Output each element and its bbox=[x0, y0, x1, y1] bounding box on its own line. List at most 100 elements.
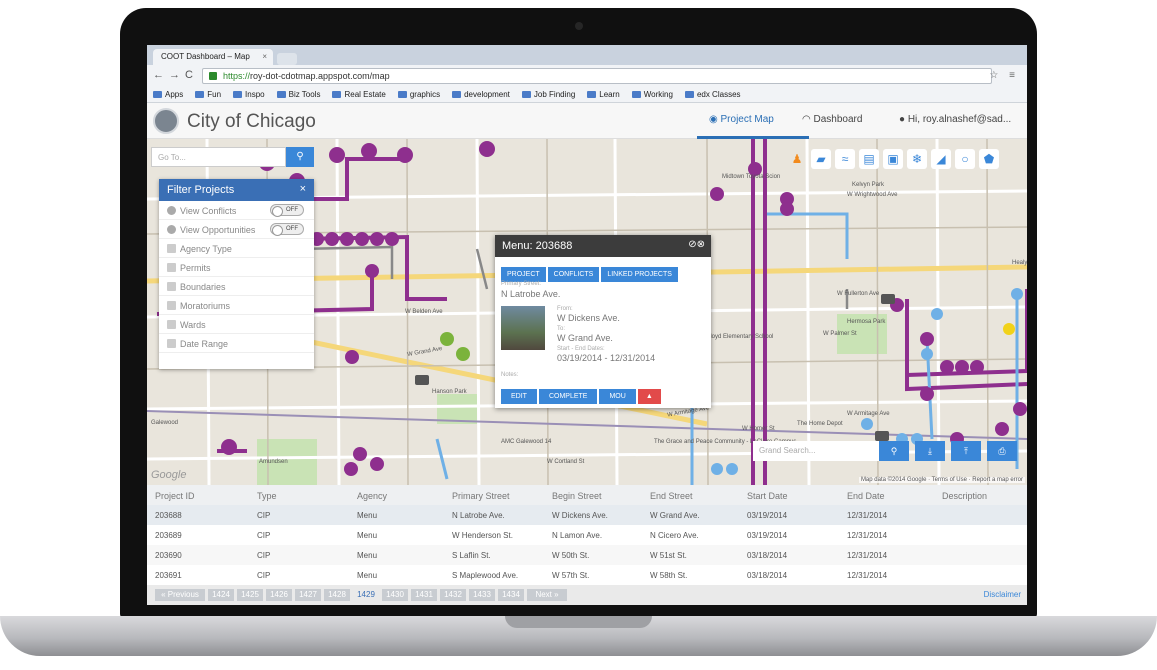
bookmark-5[interactable]: graphics bbox=[397, 90, 440, 99]
page-link[interactable]: 1430 bbox=[382, 589, 408, 601]
bookmark-3[interactable]: Biz Tools bbox=[276, 90, 320, 99]
filter-boundaries[interactable]: Boundaries bbox=[159, 277, 314, 296]
new-tab-button[interactable] bbox=[277, 53, 297, 65]
polygon-draw-icon[interactable]: ⬟ bbox=[979, 149, 999, 169]
print-button[interactable]: ⎙ bbox=[987, 441, 1017, 461]
forward-icon[interactable]: → bbox=[169, 69, 180, 81]
table-row[interactable]: 203690 CIP Menu S Laflin St. W 50th St. W 51s… bbox=[147, 545, 1027, 565]
column-header[interactable]: Project ID bbox=[155, 491, 195, 501]
car-icon[interactable]: ▰ bbox=[811, 149, 831, 169]
page-link[interactable]: 1429 bbox=[353, 589, 379, 601]
street-photo bbox=[501, 306, 545, 350]
bookmark-4[interactable]: Real Estate bbox=[332, 90, 386, 99]
column-header[interactable]: End Street bbox=[650, 491, 693, 501]
wards-icon bbox=[167, 320, 176, 329]
filter-item-label: Boundaries bbox=[180, 282, 226, 292]
filter-date-range[interactable]: Date Range bbox=[159, 334, 314, 353]
filter-view-opportunities[interactable]: View Opportunities OFF bbox=[159, 220, 314, 239]
page-link[interactable]: 1424 bbox=[208, 589, 234, 601]
browser-tabbar: COOT Dashboard – Map × bbox=[147, 45, 1027, 65]
mou-button[interactable]: MOU bbox=[599, 389, 636, 404]
browser-tab[interactable]: COOT Dashboard – Map × bbox=[153, 49, 273, 65]
map-canvas[interactable]: W Dickens Ave.W Fullerton AveW Fullerton… bbox=[147, 139, 1027, 485]
page-link[interactable]: 1432 bbox=[440, 589, 466, 601]
circle-draw-icon[interactable]: ○ bbox=[955, 149, 975, 169]
upload-button[interactable]: ⤒ bbox=[951, 441, 981, 461]
bookmark-8[interactable]: Learn bbox=[587, 90, 620, 99]
map-attribution[interactable]: Map data ©2014 Google · Terms of Use · R… bbox=[858, 477, 1025, 483]
conflicts-toggle[interactable]: OFF bbox=[270, 204, 304, 217]
column-header[interactable]: Agency bbox=[357, 491, 387, 501]
page-link[interactable]: 1427 bbox=[295, 589, 321, 601]
folder-icon bbox=[452, 91, 462, 98]
column-header[interactable]: Type bbox=[257, 491, 277, 501]
filter-header: Filter Projects × bbox=[159, 179, 314, 201]
table-row[interactable]: 203688 CIP Menu N Latrobe Ave. W Dickens Ave… bbox=[147, 505, 1027, 525]
bookmark-10[interactable]: edx Classes bbox=[684, 90, 741, 99]
page-link[interactable]: 1426 bbox=[266, 589, 292, 601]
filter-moratoriums[interactable]: Moratoriums bbox=[159, 296, 314, 315]
page-link[interactable]: « Previous bbox=[155, 589, 205, 601]
table-row[interactable]: 203689 CIP Menu W Henderson St. N Lamon Ave.… bbox=[147, 525, 1027, 545]
notes-label: Notes: bbox=[501, 372, 519, 378]
lock-icon bbox=[209, 72, 217, 80]
edit-button[interactable]: EDIT bbox=[501, 389, 537, 404]
column-header[interactable]: Start Date bbox=[747, 491, 788, 501]
menu-icon[interactable]: ☆ ≡ bbox=[989, 70, 1019, 81]
bookmark-0[interactable]: Apps bbox=[153, 90, 183, 99]
goto-search-button[interactable]: ⚲ bbox=[286, 147, 314, 167]
page-link[interactable]: Next » bbox=[527, 589, 567, 601]
filter-wards[interactable]: Wards bbox=[159, 315, 314, 334]
map-label: W Palmer St bbox=[823, 331, 857, 337]
bottom-search-input[interactable]: Grand Search... bbox=[753, 441, 879, 461]
bottom-search-button[interactable]: ⚲ bbox=[879, 441, 909, 461]
page-link[interactable]: 1434 bbox=[498, 589, 524, 601]
snowflake-icon[interactable]: ❄ bbox=[907, 149, 927, 169]
water-icon[interactable]: ≈ bbox=[835, 149, 855, 169]
page-link[interactable]: 1428 bbox=[324, 589, 350, 601]
tab-linked-projects[interactable]: LINKED PROJECTS bbox=[601, 267, 678, 282]
ruler-icon[interactable]: ◢ bbox=[931, 149, 951, 169]
filter-permits[interactable]: Permits bbox=[159, 258, 314, 277]
nav-dashboard[interactable]: ◠ Dashboard bbox=[802, 114, 862, 125]
opportunities-toggle[interactable]: OFF bbox=[270, 223, 304, 236]
popup-controls-icon[interactable]: ⊘⊗ bbox=[688, 239, 705, 250]
table-row[interactable]: 203691 CIP Menu S Maplewood Ave. W 57th St. W… bbox=[147, 565, 1027, 585]
tab-project[interactable]: PROJECT bbox=[501, 267, 546, 282]
column-header[interactable]: Description bbox=[942, 491, 987, 501]
back-icon[interactable]: ← bbox=[153, 69, 164, 81]
search-icon: ⚲ bbox=[296, 151, 304, 162]
complete-button[interactable]: COMPLETE bbox=[538, 389, 598, 404]
filter-view-conflicts[interactable]: View Conflicts OFF bbox=[159, 201, 314, 220]
download-button[interactable]: ⤓ bbox=[915, 441, 945, 461]
column-header[interactable]: End Date bbox=[847, 491, 885, 501]
tab-conflicts[interactable]: CONFLICTS bbox=[547, 267, 600, 282]
filter-close-icon[interactable]: × bbox=[300, 183, 306, 195]
map-goto-input[interactable]: Go To... bbox=[151, 147, 286, 167]
table-cell: W Henderson St. bbox=[452, 531, 513, 540]
dates-value: 03/19/2014 - 12/31/2014 bbox=[557, 353, 656, 363]
bookmark-7[interactable]: Job Finding bbox=[521, 90, 575, 99]
map-layer-icon[interactable]: ▤ bbox=[859, 149, 879, 169]
bookmark-9[interactable]: Working bbox=[631, 90, 673, 99]
camera-dot bbox=[575, 22, 583, 30]
column-header[interactable]: Primary Street bbox=[452, 491, 510, 501]
reload-icon[interactable]: C bbox=[185, 69, 193, 81]
filter-agency-type[interactable]: Agency Type bbox=[159, 239, 314, 258]
column-header[interactable]: Begin Street bbox=[552, 491, 602, 501]
tab-close-icon[interactable]: × bbox=[262, 52, 267, 61]
city-logo bbox=[153, 108, 179, 134]
nav-project-map[interactable]: ◉ Project Map bbox=[709, 114, 774, 125]
page-link[interactable]: 1433 bbox=[469, 589, 495, 601]
page-link[interactable]: 1431 bbox=[411, 589, 437, 601]
nav-user-menu[interactable]: ● Hi, roy.alnashef@sad... bbox=[899, 114, 1011, 125]
disclaimer-link[interactable]: Disclaimer bbox=[984, 590, 1021, 599]
bookmark-6[interactable]: development bbox=[452, 90, 510, 99]
bookmark-1[interactable]: Fun bbox=[195, 90, 221, 99]
alert-button[interactable]: ▲ bbox=[637, 389, 661, 404]
address-bar[interactable]: https://roy-dot-cdotmap.appspot.com/map bbox=[202, 68, 992, 84]
bus-icon[interactable]: ▣ bbox=[883, 149, 903, 169]
bookmark-2[interactable]: Inspo bbox=[233, 90, 265, 99]
pegman-icon[interactable]: ♟ bbox=[787, 149, 807, 169]
page-link[interactable]: 1425 bbox=[237, 589, 263, 601]
